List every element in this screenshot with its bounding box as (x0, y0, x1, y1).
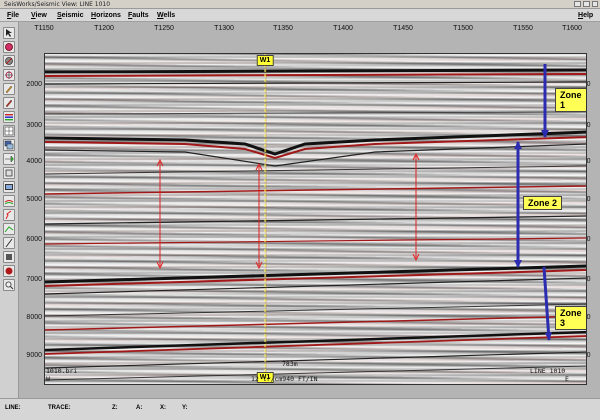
tool-palette (0, 22, 19, 398)
x-tick-label: T1200 (94, 25, 114, 32)
zone-1-label: Zone 1 (555, 88, 586, 112)
circle-grey-tool-icon[interactable] (3, 55, 15, 67)
seismic-canvas[interactable]: T1150 T1200 T1250 T1300 T1350 T1400 T145… (19, 22, 600, 398)
status-bar: LINE: TRACE: Z: A: X: Y: (0, 398, 600, 420)
x-tick-label: T1550 (513, 25, 533, 32)
maximize-icon[interactable] (583, 1, 590, 7)
x-tick-label: T1600 (562, 25, 582, 32)
menu-faults[interactable]: Faults (128, 9, 149, 22)
menu-bar: File View Seismic Horizons Faults Wells … (0, 9, 600, 22)
direction-east: E (565, 375, 569, 383)
film-tool-icon[interactable] (3, 181, 15, 193)
pointer-tool-icon[interactable] (3, 27, 15, 39)
bars-tool-icon[interactable] (3, 111, 15, 123)
slash-tool-icon[interactable] (3, 237, 15, 249)
zoom-tool-icon[interactable] (3, 279, 15, 291)
menu-file[interactable]: File (7, 9, 19, 22)
y-tick-label: 8000 (26, 314, 42, 321)
status-line: LINE: (5, 405, 21, 411)
file-name: 1010.bri (46, 367, 78, 375)
pencil-tool-icon[interactable] (3, 83, 15, 95)
layers-tool-icon[interactable] (3, 195, 15, 207)
x-tick-label: T1300 (214, 25, 234, 32)
circle-red-tool-icon[interactable] (3, 41, 15, 53)
stack-tool-icon[interactable] (3, 139, 15, 151)
seismic-section[interactable]: W1 W1 Zone 1 Zone 2 Zone 3 (44, 53, 587, 385)
box-tool-icon[interactable] (3, 167, 15, 179)
horizon-tool-icon[interactable] (3, 223, 15, 235)
status-z: Z: (112, 405, 118, 411)
scale-bar-label: 783m (282, 360, 298, 368)
x-tick-label: T1250 (154, 25, 174, 32)
direction-west: W (46, 375, 50, 383)
zone-2-label: Zone 2 (523, 196, 563, 210)
grid-tool-icon[interactable] (3, 125, 15, 137)
close-icon[interactable] (592, 1, 598, 7)
y-tick-label: 5000 (26, 196, 42, 203)
y-tick-label: 4000 (26, 158, 42, 165)
line-name: LINE 1010 (530, 367, 566, 375)
scale-text: 12 tr/cm940 FT/IN (251, 375, 318, 383)
window-titlebar[interactable]: SeisWorks/Seismic View: LINE 1010 (0, 0, 600, 9)
y-tick-label: 7000 (26, 276, 42, 283)
x-tick-label: T1400 (333, 25, 353, 32)
menu-view[interactable]: View (31, 9, 47, 22)
crosshair-tool-icon[interactable] (3, 69, 15, 81)
x-tick-label: T1350 (273, 25, 293, 32)
menu-help[interactable]: Help (578, 9, 593, 22)
menu-seismic[interactable]: Seismic (57, 9, 83, 22)
status-a: A: (136, 405, 143, 411)
zone-3-label: Zone 3 (555, 306, 586, 330)
stop-tool-icon[interactable] (3, 251, 15, 263)
y-tick-label: 2000 (26, 81, 42, 88)
pencil2-tool-icon[interactable] (3, 97, 15, 109)
y-tick-label: 6000 (26, 236, 42, 243)
x-tick-label: T1150 (34, 25, 54, 32)
menu-wells[interactable]: Wells (157, 9, 175, 22)
window-title: SeisWorks/Seismic View: LINE 1010 (4, 1, 111, 8)
record-tool-icon[interactable] (3, 265, 15, 277)
status-trace: TRACE: (48, 405, 71, 411)
x-tick-label: T1500 (453, 25, 473, 32)
well-label-top[interactable]: W1 (256, 55, 274, 66)
seismic-overlay (45, 54, 586, 384)
minimize-icon[interactable] (574, 1, 581, 7)
status-y: Y: (182, 405, 188, 411)
status-x: X: (160, 405, 166, 411)
fault-tool-icon[interactable] (3, 209, 15, 221)
y-tick-label: 9000 (26, 352, 42, 359)
menu-horizons[interactable]: Horizons (91, 9, 121, 22)
arrow-tool-icon[interactable] (3, 153, 15, 165)
y-tick-label: 3000 (26, 122, 42, 129)
x-tick-label: T1450 (393, 25, 413, 32)
